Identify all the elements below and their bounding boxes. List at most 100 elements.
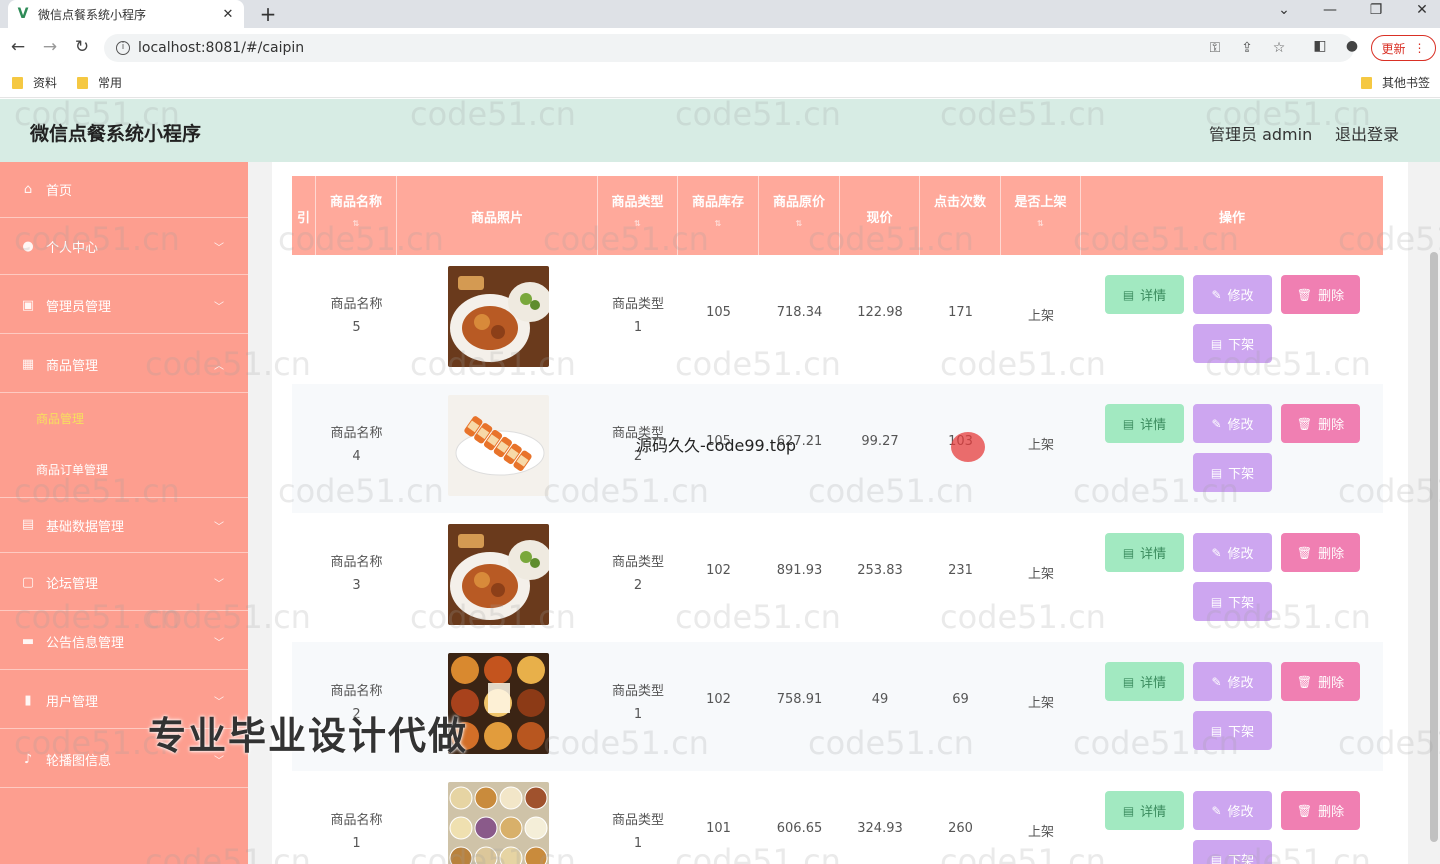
sort-icon[interactable]: ⇅ (678, 219, 758, 228)
document-icon: ▤ (1122, 803, 1135, 818)
app-title: 微信点餐系统小程序 (30, 123, 202, 145)
cell-original-price: 718.34 (776, 305, 823, 320)
bookmark-folder[interactable]: 资料 (12, 74, 57, 91)
column-header-stock[interactable]: 商品库存 ⇅ (678, 176, 759, 255)
edit-button[interactable]: ✎ 修改 (1193, 662, 1272, 701)
sidebar-item-basedata[interactable]: ▤ 基础数据管理 ﹀ (0, 497, 248, 553)
column-header-photo[interactable]: 商品照片 (397, 176, 598, 255)
sidebar-item-notices[interactable]: ▬ 公告信息管理 ﹀ (0, 614, 248, 670)
take-offshelf-button[interactable]: ▤ 下架 (1193, 840, 1272, 864)
browser-tab-bar: V 微信点餐系统小程序 ✕ + ⌄ — ❐ ✕ (0, 0, 1440, 28)
column-header-index[interactable]: 引 (292, 176, 316, 255)
product-photo[interactable] (448, 395, 549, 496)
column-header-price[interactable]: 现价 (840, 176, 920, 255)
reload-icon[interactable]: ↻ (72, 37, 92, 57)
profile-icon[interactable]: ● (1342, 38, 1362, 54)
cell-original-price: 606.65 (776, 821, 823, 836)
share-icon[interactable]: ⇪ (1238, 40, 1256, 56)
product-photo[interactable] (448, 266, 549, 367)
close-window-icon[interactable]: ✕ (1412, 2, 1432, 18)
table-row: 商品名称 3 商品类型 2 102 891.93 253.83 231 上架 ▤ 详情… (292, 513, 1383, 642)
sidebar-item-forum[interactable]: ▢ 论坛管理 ﹀ (0, 555, 248, 611)
sidebar-item-goods[interactable]: ▦ 商品管理 ︿ (0, 337, 248, 393)
column-header-name[interactable]: 商品名称 ⇅ (316, 176, 397, 255)
edit-button[interactable]: ✎ 修改 (1193, 404, 1272, 443)
tab-search-icon[interactable]: ⌄ (1274, 2, 1294, 18)
trash-icon: 🗑 (1296, 803, 1313, 818)
other-bookmarks[interactable]: 其他书签 (1361, 74, 1430, 91)
sidebar-item-admins[interactable]: ▣ 管理员管理 ﹀ (0, 278, 248, 334)
cell-clicks: 260 (948, 821, 973, 836)
overlay-source-text: 源码久久-code99.top (636, 436, 797, 455)
side-panel-icon[interactable]: ◧ (1310, 38, 1330, 54)
column-header-type[interactable]: 商品类型 ⇅ (598, 176, 678, 255)
back-icon[interactable]: ← (8, 37, 28, 57)
forward-icon[interactable]: → (40, 37, 60, 57)
delete-button[interactable]: 🗑 删除 (1281, 791, 1360, 830)
detail-button[interactable]: ▤ 详情 (1105, 662, 1184, 701)
more-menu-icon: ⋮ (1413, 41, 1426, 55)
take-offshelf-button[interactable]: ▤ 下架 (1193, 582, 1272, 621)
document-icon: ▤ (1210, 336, 1223, 351)
update-button[interactable]: 更新 ⋮ (1371, 35, 1436, 61)
browser-tab[interactable]: V 微信点餐系统小程序 ✕ (8, 0, 244, 28)
detail-button[interactable]: ▤ 详情 (1105, 791, 1184, 830)
sort-icon[interactable]: ⇅ (598, 219, 677, 228)
site-info-icon[interactable]: i (116, 41, 130, 55)
trash-icon: 🗑 (1296, 287, 1313, 302)
column-header-actions: 操作 (1218, 211, 1245, 226)
sort-icon[interactable]: ⇅ (316, 219, 396, 228)
chevron-down-icon: ﹀ (214, 638, 224, 649)
minimize-icon[interactable]: — (1320, 2, 1340, 18)
detail-button[interactable]: ▤ 详情 (1105, 275, 1184, 314)
bookmark-folder[interactable]: 常用 (77, 74, 122, 91)
key-icon[interactable]: ⚿ (1206, 40, 1224, 56)
cell-onshelf: 上架 (1027, 438, 1054, 453)
sidebar-subitem-orders[interactable]: 商品订单管理 (36, 461, 108, 478)
take-offshelf-button[interactable]: ▤ 下架 (1193, 324, 1272, 363)
update-label: 更新 (1381, 41, 1406, 56)
sort-icon[interactable]: ⇅ (1001, 219, 1080, 228)
bookmarks-bar: 资料 常用 其他书签 (0, 68, 1440, 98)
detail-button[interactable]: ▤ 详情 (1105, 533, 1184, 572)
restore-icon[interactable]: ❐ (1366, 2, 1386, 18)
logout-link[interactable]: 退出登录 (1335, 121, 1399, 145)
close-tab-icon[interactable]: ✕ (220, 7, 236, 22)
document-icon: ▤ (1210, 852, 1223, 864)
edit-button[interactable]: ✎ 修改 (1193, 275, 1272, 314)
product-photo[interactable] (448, 524, 549, 625)
delete-button[interactable]: 🗑 删除 (1281, 404, 1360, 443)
app-header: 微信点餐系统小程序 管理员 admin 退出登录 (0, 99, 1440, 162)
column-header-clicks[interactable]: 点击次数 (920, 176, 1001, 255)
sidebar-item-personal[interactable]: ● 个人中心 ﹀ (0, 219, 248, 275)
chevron-down-icon: ﹀ (214, 521, 224, 533)
take-offshelf-button[interactable]: ▤ 下架 (1193, 711, 1272, 750)
star-icon[interactable]: ☆ (1270, 40, 1288, 56)
sort-icon[interactable]: ⇅ (759, 219, 839, 228)
cell-type: 商品类型 1 (611, 297, 664, 335)
user-icon: ● (22, 238, 34, 254)
folder-icon (77, 76, 88, 89)
tab-title: 微信点餐系统小程序 (38, 7, 147, 22)
document-icon: ▤ (1122, 416, 1135, 431)
take-offshelf-button[interactable]: ▤ 下架 (1193, 453, 1272, 492)
pencil-icon: ✎ (1211, 803, 1222, 818)
edit-button[interactable]: ✎ 修改 (1193, 533, 1272, 572)
cursor-highlight (951, 432, 985, 462)
vertical-scrollbar[interactable] (1430, 252, 1438, 842)
new-tab-icon[interactable]: + (258, 2, 278, 26)
sidebar-subitem-goods[interactable]: 商品管理 (36, 410, 84, 427)
document-icon: ▤ (1210, 723, 1223, 738)
delete-button[interactable]: 🗑 删除 (1281, 275, 1360, 314)
chevron-up-icon: ︿ (214, 361, 224, 372)
delete-button[interactable]: 🗑 删除 (1281, 662, 1360, 701)
edit-button[interactable]: ✎ 修改 (1193, 791, 1272, 830)
table-icon: ▤ (21, 517, 35, 532)
column-header-onshelf[interactable]: 是否上架 ⇅ (1001, 176, 1081, 255)
delete-button[interactable]: 🗑 删除 (1281, 533, 1360, 572)
product-photo[interactable] (448, 782, 549, 864)
column-header-original-price[interactable]: 商品原价 ⇅ (759, 176, 840, 255)
url-input[interactable]: i localhost:8081/#/caipin ⚿ ⇪ ☆ (104, 34, 1354, 62)
detail-button[interactable]: ▤ 详情 (1105, 404, 1184, 443)
sidebar-item-home[interactable]: ⌂ 首页 (0, 162, 248, 218)
